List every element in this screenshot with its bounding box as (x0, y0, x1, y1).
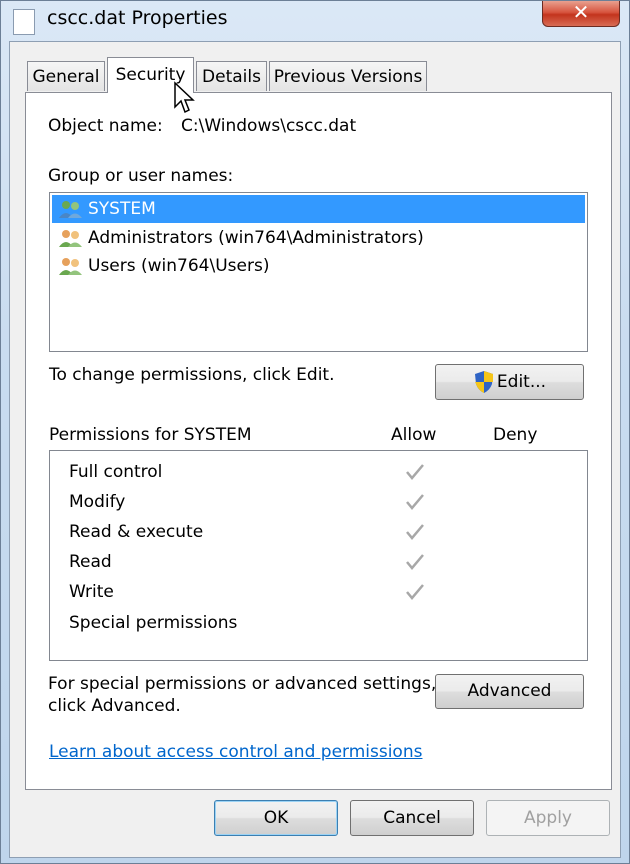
list-item-label: Administrators (win764\Administrators) (88, 228, 424, 248)
checkmark-icon (406, 464, 424, 480)
object-name-label: Object name: (48, 116, 163, 136)
list-item-label: Users (win764\Users) (88, 256, 270, 276)
properties-window: cscc.dat Properties ✕ General Security D… (0, 0, 630, 864)
apply-button[interactable]: Apply (486, 800, 610, 836)
advanced-button[interactable]: Advanced (435, 674, 584, 709)
tab-general[interactable]: General (27, 61, 105, 91)
checkmark-icon (406, 494, 424, 510)
deny-column-header: Deny (493, 425, 538, 445)
list-item-label: SYSTEM (88, 199, 156, 219)
permission-row-read-execute: Read & execute (69, 517, 569, 547)
checkmark-icon (406, 524, 424, 540)
permission-row-read: Read (69, 547, 569, 577)
advanced-text-line1: For special permissions or advanced sett… (48, 674, 437, 694)
list-item-system[interactable]: SYSTEM (52, 195, 585, 223)
permission-row-write: Write (69, 577, 569, 607)
checkmark-icon (406, 554, 424, 570)
edit-button[interactable]: Edit... (435, 364, 584, 400)
permission-name: Read (69, 552, 112, 572)
permissions-list: Full control Modify Read & execute Read … (49, 450, 588, 661)
tab-details[interactable]: Details (196, 61, 267, 91)
permission-name: Modify (69, 492, 126, 512)
users-icon (59, 230, 82, 247)
advanced-text-line2: click Advanced. (48, 696, 181, 716)
permission-row-modify: Modify (69, 487, 569, 517)
permission-row-special: Special permissions (69, 608, 569, 638)
uac-shield-icon (474, 371, 493, 393)
group-names-label: Group or user names: (48, 166, 234, 186)
users-icon (59, 258, 82, 275)
permission-name: Special permissions (69, 613, 238, 633)
file-icon (13, 9, 35, 35)
list-item-users[interactable]: Users (win764\Users) (52, 252, 585, 280)
group-names-list[interactable]: SYSTEM Administrators (win764\Administra… (49, 192, 588, 352)
checkmark-icon (406, 584, 424, 600)
permission-name: Full control (69, 462, 163, 482)
ok-button[interactable]: OK (214, 800, 338, 836)
allow-column-header: Allow (391, 425, 437, 445)
cancel-button[interactable]: Cancel (350, 800, 474, 836)
list-item-administrators[interactable]: Administrators (win764\Administrators) (52, 224, 585, 252)
permission-name: Read & execute (69, 522, 204, 542)
change-permissions-text: To change permissions, click Edit. (49, 365, 335, 385)
title-bar[interactable]: cscc.dat Properties ✕ (1, 1, 630, 41)
object-name-value: C:\Windows\cscc.dat (181, 116, 357, 136)
permission-name: Write (69, 582, 114, 602)
learn-more-link[interactable]: Learn about access control and permissio… (49, 742, 422, 762)
window-title: cscc.dat Properties (47, 7, 228, 29)
tab-previous-versions[interactable]: Previous Versions (269, 61, 427, 91)
permission-row-full-control: Full control (69, 457, 569, 487)
dialog-client-area: General Security Details Previous Versio… (9, 41, 621, 858)
edit-button-label: Edit... (496, 372, 547, 392)
mouse-cursor-icon (174, 81, 195, 114)
users-icon (59, 201, 82, 218)
close-button[interactable]: ✕ (542, 1, 620, 27)
permissions-header: Permissions for SYSTEM (49, 425, 252, 445)
